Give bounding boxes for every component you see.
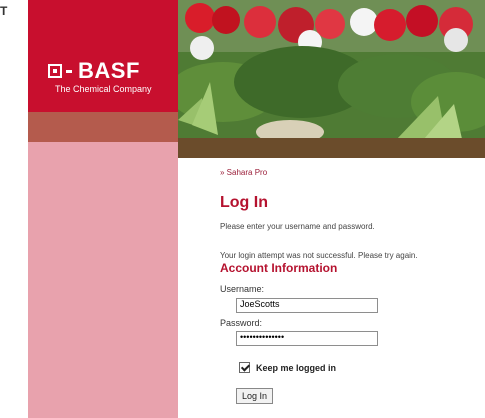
brand-tagline: The Chemical Company — [55, 84, 152, 94]
banner-photo — [178, 0, 485, 158]
page-title: Log In — [220, 194, 268, 211]
remember-me-label[interactable]: Keep me logged in — [256, 363, 336, 373]
password-label: Password: — [220, 318, 263, 328]
remember-me-row[interactable]: Keep me logged in — [239, 362, 336, 373]
breadcrumb[interactable]: » Sahara Pro — [220, 168, 267, 177]
sidebar — [28, 112, 178, 418]
basf-logo: BASF — [48, 58, 140, 84]
password-input[interactable]: •••••••••••••• — [236, 331, 378, 346]
brand-panel: BASF The Chemical Company — [28, 0, 178, 112]
login-content: » Sahara Pro Log In Please enter your us… — [178, 158, 485, 418]
account-information-title: Account Information — [220, 261, 338, 275]
login-instructions: Please enter your username and password. — [220, 222, 375, 231]
username-label: Username: — [220, 284, 265, 294]
remember-me-checkbox[interactable] — [239, 362, 250, 373]
login-error-message: Your login attempt was not successful. P… — [220, 251, 418, 260]
logo-text: BASF — [78, 58, 140, 83]
garden-image — [178, 0, 485, 158]
username-input[interactable]: JoeScotts — [236, 298, 378, 313]
corner-mark: T — [0, 4, 8, 18]
login-button[interactable]: Log In — [236, 388, 274, 404]
logo-mark-icon — [48, 64, 72, 78]
sidebar-strip — [28, 112, 178, 142]
